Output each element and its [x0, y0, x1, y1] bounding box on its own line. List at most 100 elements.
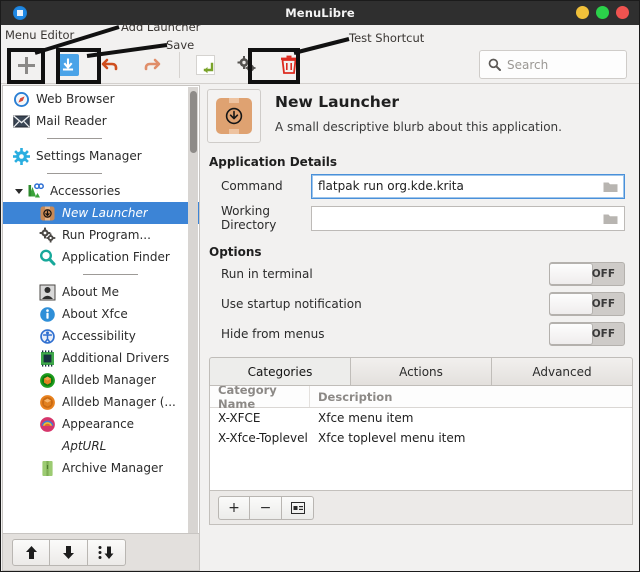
- move-down-button[interactable]: [50, 538, 88, 566]
- menu-tree[interactable]: Web Browser Mail Reader Settings Manager…: [3, 86, 199, 479]
- sidebar-scrollbar[interactable]: [188, 87, 198, 533]
- tree-item-label: Accessories: [50, 184, 121, 198]
- tree-item-label: Web Browser: [36, 92, 115, 106]
- annotation-menu-editor: Menu Editor: [5, 28, 75, 42]
- option-label: Use startup notification: [221, 297, 362, 311]
- package-download-icon: [216, 98, 252, 134]
- tree-item-application-finder[interactable]: Application Finder: [3, 246, 199, 268]
- tree-item-appearance[interactable]: Appearance: [3, 413, 199, 435]
- tree-item-label: Alldeb Manager: [62, 373, 156, 387]
- table-row[interactable]: X-Xfce-Toplevel Xfce toplevel menu item: [210, 428, 632, 448]
- toggle-use-startup-notification[interactable]: OFF: [549, 292, 625, 316]
- close-button[interactable]: [616, 6, 629, 19]
- move-up-button[interactable]: [12, 538, 50, 566]
- tree-item-web-browser[interactable]: Web Browser: [3, 88, 199, 110]
- toggle-run-in-terminal[interactable]: OFF: [549, 262, 625, 286]
- tree-item-label: Accessibility: [62, 329, 136, 343]
- tree-item-mail-reader[interactable]: Mail Reader: [3, 110, 199, 132]
- command-input[interactable]: [318, 174, 597, 198]
- tree-item-archive-manager[interactable]: Archive Manager: [3, 457, 199, 479]
- revert-icon: [195, 55, 215, 75]
- toggle-knob: [549, 322, 593, 345]
- tree-item-run-program[interactable]: Run Program...: [3, 224, 199, 246]
- tab-categories[interactable]: Categories: [209, 357, 351, 385]
- tree-item-label: Settings Manager: [36, 149, 142, 163]
- separator-line: [47, 173, 102, 174]
- annotation-box-add-launcher: [7, 48, 45, 84]
- tree-item-label: About Me: [62, 285, 120, 299]
- sidebar-footer: [2, 534, 200, 571]
- toggle-hide-from-menus[interactable]: OFF: [549, 322, 625, 346]
- add-category-button[interactable]: +: [218, 495, 250, 520]
- working-directory-field[interactable]: [311, 205, 625, 231]
- tab-strip: Categories Actions Advanced: [209, 357, 633, 386]
- gear-icon: [13, 147, 30, 165]
- list-edit-icon: [290, 501, 305, 514]
- cell-category-name: X-Xfce-Toplevel: [218, 431, 308, 445]
- chip-icon: [39, 349, 56, 367]
- envelope-icon: [13, 113, 30, 130]
- tree-item-alldeb-manager[interactable]: Alldeb Manager: [3, 369, 199, 391]
- option-row: Hide from menus OFF: [203, 319, 639, 349]
- appearance-icon: [39, 416, 56, 433]
- tree-item-about-xfce[interactable]: About Xfce: [3, 303, 199, 325]
- expander-triangle-icon[interactable]: [13, 185, 25, 197]
- application-details-heading: Application Details: [209, 155, 338, 169]
- toggle-knob: [549, 262, 593, 285]
- cell-description: Xfce menu item: [318, 411, 414, 425]
- minimize-button[interactable]: [576, 6, 589, 19]
- launcher-icon-button[interactable]: [207, 89, 261, 143]
- option-row: Use startup notification OFF: [203, 289, 639, 319]
- tree-separator: [3, 268, 199, 281]
- tree-item-accessories[interactable]: Accessories: [3, 180, 199, 202]
- info-icon: [39, 306, 56, 323]
- tree-item-settings-manager[interactable]: Settings Manager: [3, 145, 199, 167]
- search-icon: [488, 58, 501, 71]
- search-box[interactable]: [479, 50, 627, 79]
- table-action-bar: + −: [209, 491, 633, 525]
- annotation-add-launcher: Add Launcher: [121, 20, 201, 34]
- tree-item-accessibility[interactable]: Accessibility: [3, 325, 199, 347]
- tree-item-about-me[interactable]: About Me: [3, 281, 199, 303]
- tree-item-label: Alldeb Manager (...: [62, 395, 176, 409]
- redo-button[interactable]: [135, 49, 169, 81]
- toolbar-separator-1: [179, 52, 180, 78]
- tabs-container: Categories Actions Advanced: [203, 357, 639, 386]
- toggle-state: OFF: [591, 268, 615, 280]
- command-label: Command: [221, 179, 283, 193]
- search-input[interactable]: [507, 57, 617, 72]
- folder-icon[interactable]: [603, 180, 618, 193]
- tab-actions[interactable]: Actions: [350, 357, 492, 385]
- annotation-box-test-shortcut: [248, 48, 300, 84]
- working-directory-label: Working Directory: [221, 204, 277, 232]
- maximize-button[interactable]: [596, 6, 609, 19]
- column-header-category-name: Category Name: [210, 386, 310, 411]
- working-directory-input[interactable]: [318, 206, 597, 230]
- undo-icon: [100, 55, 120, 75]
- tree-item-alldeb-manager[interactable]: Alldeb Manager (...: [3, 391, 199, 413]
- working-directory-row: Working Directory: [203, 203, 639, 233]
- edit-category-button[interactable]: [282, 495, 314, 520]
- tree-item-apturl[interactable]: AptURL: [3, 435, 199, 457]
- command-field[interactable]: [311, 173, 625, 199]
- tree-item-label: Appearance: [62, 417, 135, 431]
- tree-item-new-launcher[interactable]: New Launcher: [3, 202, 199, 224]
- window-controls: [576, 6, 629, 19]
- toggle-state: OFF: [591, 298, 615, 310]
- tree-item-additional-drivers[interactable]: Additional Drivers: [3, 347, 199, 369]
- revert-button[interactable]: [188, 49, 222, 81]
- move-to-button[interactable]: [88, 538, 126, 566]
- compass-icon: [13, 91, 30, 108]
- gears-icon: [39, 227, 56, 244]
- orange-box-icon: [39, 394, 56, 411]
- launcher-header: New Launcher A small descriptive blurb a…: [203, 85, 639, 143]
- remove-category-button[interactable]: −: [250, 495, 282, 520]
- redo-icon: [142, 55, 162, 75]
- tree-item-label: About Xfce: [62, 307, 128, 321]
- table-row[interactable]: X-XFCE Xfce menu item: [210, 408, 632, 428]
- folder-icon[interactable]: [603, 212, 618, 225]
- sidebar-scrollbar-thumb[interactable]: [190, 91, 197, 153]
- tab-advanced[interactable]: Advanced: [491, 357, 633, 385]
- tree-item-label: Archive Manager: [62, 461, 164, 475]
- categories-table[interactable]: Category Name Description X-XFCE Xfce me…: [209, 386, 633, 491]
